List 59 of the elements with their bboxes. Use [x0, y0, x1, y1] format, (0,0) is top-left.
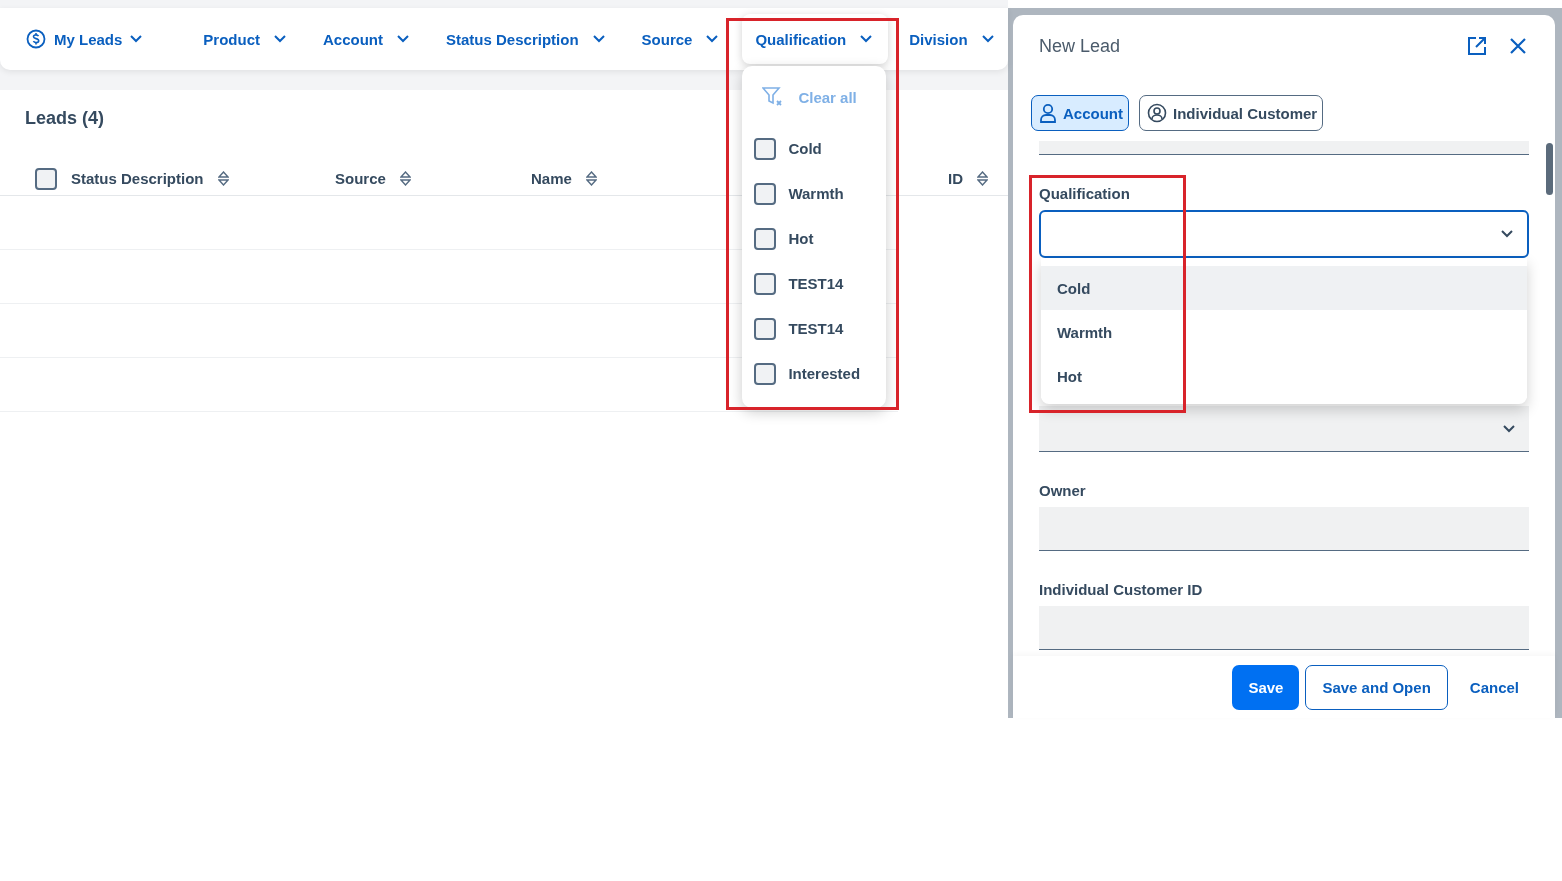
- dollar-circle-icon: [26, 29, 46, 49]
- checkbox[interactable]: [754, 182, 777, 205]
- option-label: Cold: [788, 140, 822, 157]
- checkbox[interactable]: [754, 272, 777, 295]
- person-circle-icon: [1147, 103, 1167, 123]
- option-label: Interested: [788, 365, 861, 382]
- dialog-title: New Lead: [1039, 35, 1122, 57]
- column-header[interactable]: Name: [531, 170, 572, 187]
- filter-chip[interactable]: Qualification: [742, 14, 889, 64]
- person-icon: [1039, 103, 1057, 123]
- select-field[interactable]: [1039, 210, 1529, 258]
- field-label: Owner: [1039, 482, 1086, 499]
- scrollbar-thumb[interactable]: [1546, 143, 1553, 195]
- chevron-down-icon: [1501, 230, 1513, 238]
- action-button[interactable]: Save: [1232, 664, 1300, 710]
- filter-chip[interactable]: Division: [896, 14, 1010, 64]
- select-field[interactable]: [1039, 406, 1529, 452]
- filter-chip[interactable]: Account: [310, 14, 426, 64]
- view-selector[interactable]: My Leads: [10, 14, 159, 64]
- dropdown-option[interactable]: Warmth: [1041, 310, 1527, 354]
- chevron-down-icon: [592, 35, 605, 43]
- sort-icon[interactable]: [217, 171, 229, 186]
- option-label: Warmth: [788, 185, 844, 202]
- segment-button[interactable]: Individual Customer: [1139, 95, 1324, 131]
- checkbox[interactable]: [754, 317, 777, 340]
- option-label: TEST14: [788, 320, 844, 337]
- segment-button[interactable]: Account: [1031, 95, 1129, 131]
- filter-chip[interactable]: Status Description: [433, 14, 621, 64]
- column-header[interactable]: ID: [948, 170, 963, 187]
- input-field[interactable]: [1039, 507, 1529, 551]
- action-button[interactable]: Save and Open: [1305, 664, 1448, 710]
- chevron-down-icon: [274, 35, 287, 43]
- column-header[interactable]: Status Description: [71, 170, 204, 187]
- option-label: Hot: [788, 230, 814, 247]
- checkbox[interactable]: [754, 227, 777, 250]
- chevron-down-icon: [706, 35, 719, 43]
- filter-chip[interactable]: Product: [190, 14, 303, 64]
- field-label: Qualification: [1039, 185, 1130, 202]
- checkbox[interactable]: [754, 137, 777, 160]
- chevron-down-icon: [397, 35, 410, 43]
- input-field[interactable]: [1039, 606, 1529, 650]
- checkbox[interactable]: [754, 362, 777, 385]
- chevron-down-icon: [860, 35, 873, 43]
- sort-icon[interactable]: [977, 171, 988, 186]
- filter-chip[interactable]: Source: [628, 14, 735, 64]
- list-title: Leads (4): [24, 108, 106, 130]
- chevron-down-icon: [130, 35, 143, 43]
- dropdown-option[interactable]: Hot: [1041, 354, 1527, 398]
- input-field[interactable]: [1039, 141, 1529, 155]
- sort-icon[interactable]: [585, 171, 597, 186]
- chevron-down-icon: [1503, 424, 1515, 433]
- option-label: TEST14: [788, 275, 844, 292]
- dropdown-option[interactable]: Cold: [1041, 266, 1527, 310]
- sort-icon[interactable]: [399, 171, 411, 186]
- checkbox[interactable]: [35, 167, 57, 190]
- column-header[interactable]: Source: [335, 170, 386, 187]
- field-label: Individual Customer ID: [1039, 581, 1203, 598]
- filter-clear-icon: [762, 87, 785, 107]
- chevron-down-icon: [981, 35, 994, 43]
